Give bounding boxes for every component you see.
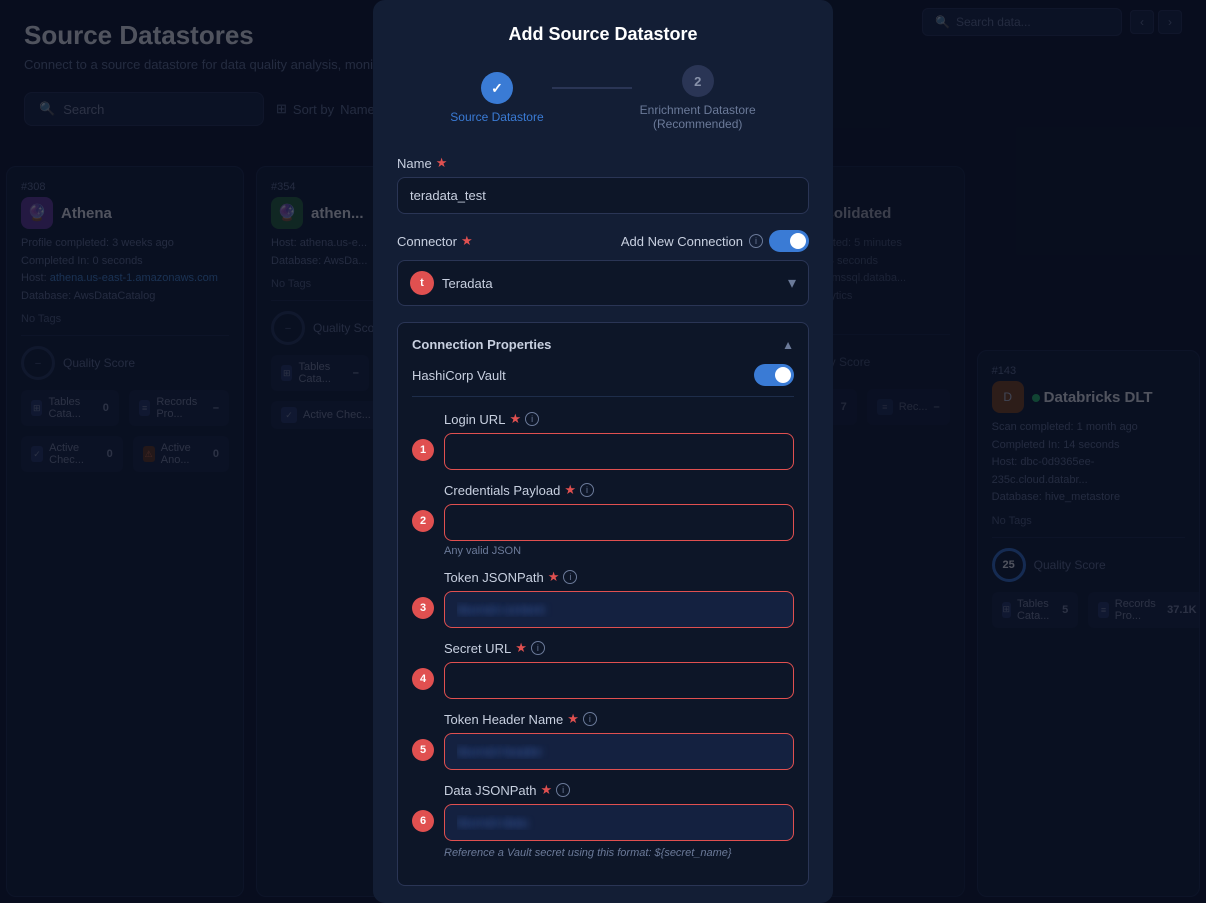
token-jsonpath-input[interactable] bbox=[444, 591, 794, 628]
data-jsonpath-label: Data JSONPath ★ i bbox=[444, 782, 794, 798]
login-url-field-row: 1 Login URL ★ i bbox=[412, 411, 794, 470]
token-jsonpath-field-row: 3 Token JSONPath ★ i bbox=[412, 569, 794, 628]
token-jsonpath-info-icon[interactable]: i bbox=[563, 570, 577, 584]
token-header-label: Token Header Name ★ i bbox=[444, 711, 794, 727]
vault-toggle[interactable] bbox=[754, 364, 794, 386]
step-badge-3: 3 bbox=[412, 597, 434, 619]
step-2-circle: 2 bbox=[682, 65, 714, 97]
data-jsonpath-field: Data JSONPath ★ i Reference a Vault secr… bbox=[444, 782, 794, 859]
login-url-info-icon[interactable]: i bbox=[525, 412, 539, 426]
step-2-label: Enrichment Datastore (Recommended) bbox=[640, 103, 756, 131]
chevron-down-icon: ▾ bbox=[788, 273, 796, 293]
req-star: ★ bbox=[515, 640, 527, 656]
data-jsonpath-info-icon[interactable]: i bbox=[556, 783, 570, 797]
step-1: ✓ Source Datastore bbox=[450, 72, 543, 124]
info-icon-conn[interactable]: i bbox=[749, 234, 763, 248]
token-jsonpath-label: Token JSONPath ★ i bbox=[444, 569, 794, 585]
secret-url-label: Secret URL ★ i bbox=[444, 640, 794, 656]
connector-label: Connector ★ bbox=[397, 233, 473, 249]
token-header-input[interactable] bbox=[444, 733, 794, 770]
req-star: ★ bbox=[564, 482, 576, 498]
vault-hint: Reference a Vault secret using this form… bbox=[444, 847, 794, 859]
req-star: ★ bbox=[548, 569, 560, 585]
req-star: ★ bbox=[509, 411, 521, 427]
credentials-field: Credentials Payload ★ i Any valid JSON bbox=[444, 482, 794, 557]
connector-select[interactable]: t Teradata ▾ bbox=[397, 260, 809, 306]
step-badge-1: 1 bbox=[412, 439, 434, 461]
login-url-input[interactable] bbox=[444, 433, 794, 470]
credentials-payload-input[interactable] bbox=[444, 504, 794, 541]
modal-title: Add Source Datastore bbox=[397, 24, 809, 45]
step-1-label: Source Datastore bbox=[450, 110, 543, 124]
credentials-hint: Any valid JSON bbox=[444, 545, 794, 557]
req-star: ★ bbox=[567, 711, 579, 727]
add-connection-toggle[interactable] bbox=[769, 230, 809, 252]
step-line bbox=[552, 87, 632, 89]
connector-value: Teradata bbox=[442, 276, 780, 291]
step-badge-6: 6 bbox=[412, 810, 434, 832]
step-badge-4: 4 bbox=[412, 668, 434, 690]
required-star: ★ bbox=[436, 155, 448, 171]
credentials-field-row: 2 Credentials Payload ★ i Any valid JSON bbox=[412, 482, 794, 557]
token-header-field: Token Header Name ★ i bbox=[444, 711, 794, 770]
teradata-icon: t bbox=[410, 271, 434, 295]
secret-url-input[interactable] bbox=[444, 662, 794, 699]
req-star: ★ bbox=[541, 782, 553, 798]
data-jsonpath-field-row: 6 Data JSONPath ★ i Reference a Vault se… bbox=[412, 782, 794, 859]
secret-url-info-icon[interactable]: i bbox=[531, 641, 545, 655]
name-label: Name ★ bbox=[397, 155, 809, 171]
token-header-field-row: 5 Token Header Name ★ i bbox=[412, 711, 794, 770]
login-url-label: Login URL ★ i bbox=[444, 411, 794, 427]
add-connection-label: Add New Connection i bbox=[621, 230, 809, 252]
connection-properties: Connection Properties ▲ HashiCorp Vault … bbox=[397, 322, 809, 886]
secret-url-field-row: 4 Secret URL ★ i bbox=[412, 640, 794, 699]
step-1-circle: ✓ bbox=[481, 72, 513, 104]
conn-props-title: Connection Properties bbox=[412, 337, 551, 352]
step-badge-5: 5 bbox=[412, 739, 434, 761]
cred-info-icon[interactable]: i bbox=[580, 483, 594, 497]
step-badge-2: 2 bbox=[412, 510, 434, 532]
token-jsonpath-field: Token JSONPath ★ i bbox=[444, 569, 794, 628]
add-source-datastore-modal: Add Source Datastore ✓ Source Datastore … bbox=[373, 0, 833, 903]
vault-label: HashiCorp Vault bbox=[412, 368, 506, 383]
login-url-field: Login URL ★ i bbox=[444, 411, 794, 470]
vault-row: HashiCorp Vault bbox=[412, 364, 794, 397]
collapse-icon[interactable]: ▲ bbox=[782, 338, 794, 352]
connector-row: Connector ★ Add New Connection i bbox=[397, 230, 809, 252]
secret-url-field: Secret URL ★ i bbox=[444, 640, 794, 699]
credentials-label: Credentials Payload ★ i bbox=[444, 482, 794, 498]
name-input[interactable] bbox=[397, 177, 809, 214]
name-field-group: Name ★ bbox=[397, 155, 809, 214]
token-header-info-icon[interactable]: i bbox=[583, 712, 597, 726]
stepper: ✓ Source Datastore 2 Enrichment Datastor… bbox=[397, 65, 809, 131]
required-star-2: ★ bbox=[461, 233, 473, 249]
conn-props-header: Connection Properties ▲ bbox=[412, 337, 794, 352]
step-2: 2 Enrichment Datastore (Recommended) bbox=[640, 65, 756, 131]
data-jsonpath-input[interactable] bbox=[444, 804, 794, 841]
